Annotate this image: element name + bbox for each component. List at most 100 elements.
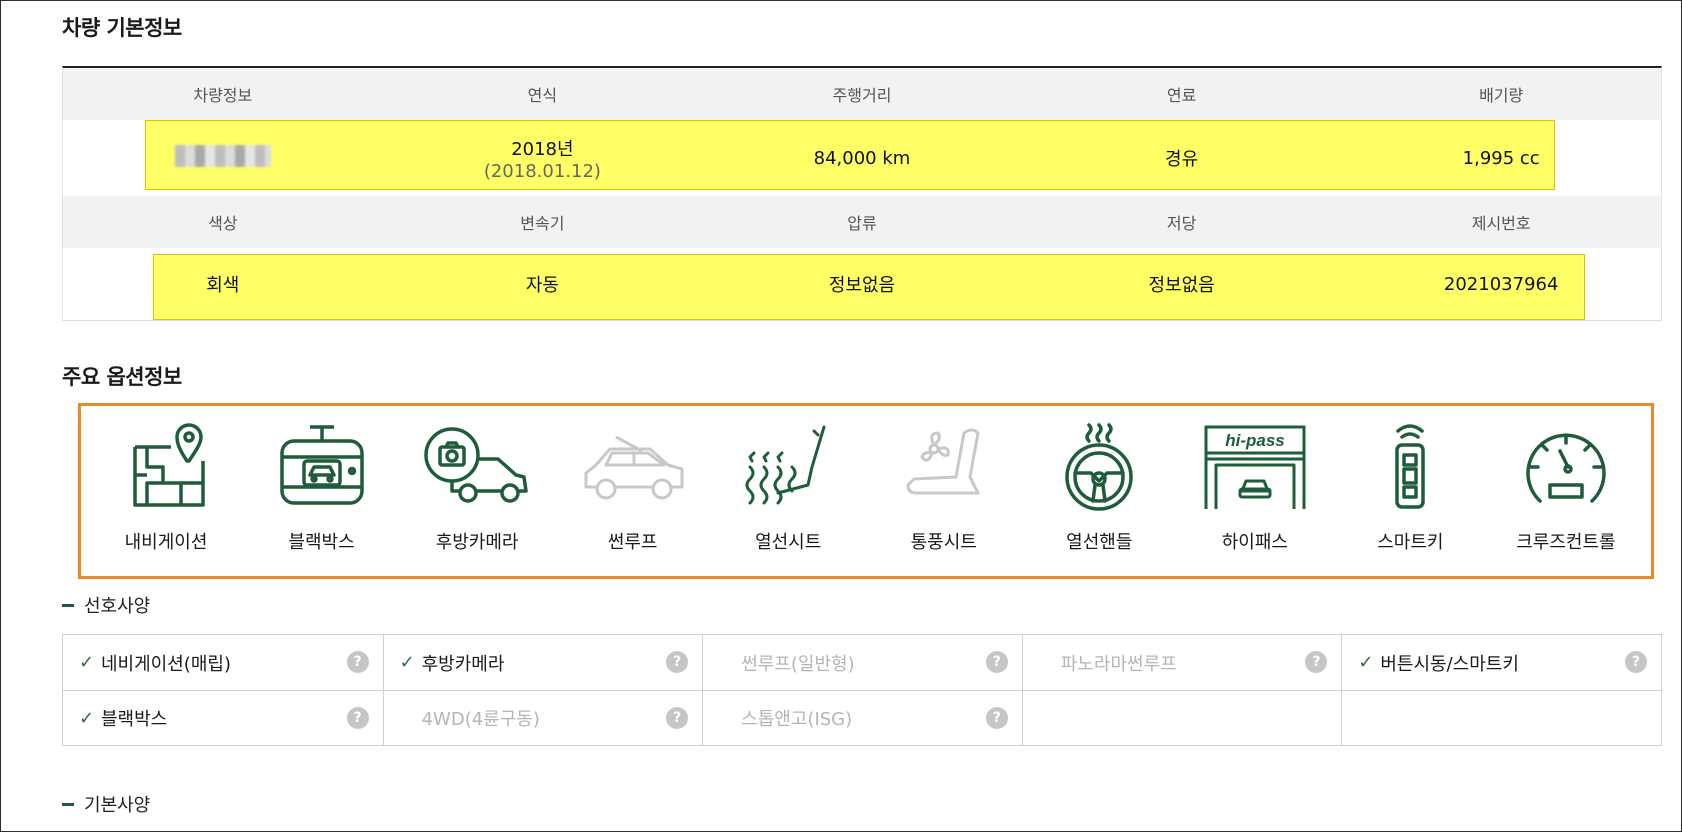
option-navigation[interactable]: 내비게이션 [91,406,241,576]
preferred-row: ✓ 블랙박스 ? 4WD(4륜구동) ? 스톱앤고(ISG) ? [63,690,1661,745]
pref-item-isg: 스톱앤고(ISG) ? [702,691,1022,745]
option-label: 스마트키 [1377,532,1444,553]
preferred-spec-grid: ✓ 네비게이션(매립) ? ✓ 후방카메라 ? 썬루프(일반형) ? 파노라마썬… [62,634,1662,746]
check-icon: ✓ [399,652,415,673]
value-displacement: 1,995 cc [1462,147,1540,169]
option-rear-camera[interactable]: 후방카메라 [402,406,552,576]
pref-item-navigation: ✓ 네비게이션(매립) ? [63,635,383,690]
option-label: 열선시트 [755,532,822,553]
option-heated-steering[interactable]: 열선핸들 [1024,406,1174,576]
option-label: 후방카메라 [435,532,519,553]
value-listing-number: 2021037964 [1443,273,1559,295]
pref-item-4wd: 4WD(4륜구동) ? [382,691,703,745]
rear-camera-icon [422,418,532,514]
option-label: 크루즈컨트롤 [1516,532,1616,553]
hipass-gate-icon: hi-pass [1200,418,1310,514]
pref-item-blackbox: ✓ 블랙박스 ? [63,691,383,745]
option-label: 블랙박스 [288,532,355,553]
help-icon[interactable]: ? [1305,651,1328,673]
value-color: 회색 [206,275,240,296]
basic-info-table: 차량정보 연식 주행거리 연료 배기량 2018년 (2018.01.12) 8… [62,66,1662,321]
value-year: 2018년 (2018.01.12) [383,135,703,182]
option-blackbox[interactable]: 블랙박스 [247,406,397,576]
ventilated-seat-icon [889,418,999,514]
hipass-logo-text: hi-pass [1225,431,1285,450]
help-icon[interactable]: ? [666,651,689,673]
cruise-control-gauge-icon [1511,418,1621,514]
value-mileage: 84,000 km [813,147,911,169]
help-icon[interactable]: ? [346,707,369,729]
value-transmission: 자동 [525,275,559,296]
pref-item-label: 블랙박스 [101,709,168,730]
basic-info-title: 차량 기본정보 [62,16,182,40]
help-icon[interactable]: ? [666,707,689,729]
blurred-vehicle-info [174,144,271,167]
preferred-title-text: 선호사양 [84,596,151,617]
option-label: 내비게이션 [124,532,208,553]
option-heated-seat[interactable]: 열선시트 [713,406,863,576]
option-smart-key[interactable]: 스마트키 [1335,406,1485,576]
pref-item-label: 4WD(4륜구동) [421,709,540,730]
pref-item-smart-key: ✓ 버튼시동/스마트키 ? [1341,635,1661,690]
header-seizure: 압류 [847,214,877,233]
section-dash-icon [62,603,74,607]
header-color: 색상 [208,214,238,233]
option-label: 썬루프 [607,532,658,553]
header-fuel: 연료 [1166,86,1197,105]
header-transmission: 변속기 [520,214,565,233]
help-icon[interactable]: ? [985,651,1008,673]
value-vehicle [63,144,383,172]
dashcam-icon [267,418,377,514]
header-listing-number: 제시번호 [1471,214,1531,233]
preferred-section-title: 선호사양 [62,592,150,618]
value-year-text: 2018년 [511,138,574,160]
pref-item-panorama-sunroof: 파노라마썬루프 ? [1021,635,1342,690]
info-header-row-2: 색상 변속기 압류 저당 제시번호 [63,196,1661,248]
pref-item-label: 스톱앤고(ISG) [741,709,853,730]
value-mortgage: 정보없음 [1148,275,1215,296]
option-label: 하이패스 [1221,532,1288,553]
help-icon[interactable]: ? [1624,651,1647,673]
value-fuel: 경유 [1165,149,1199,170]
pref-item-label: 후방카메라 [421,653,505,675]
header-mileage: 주행거리 [832,86,892,105]
check-icon: ✓ [79,707,95,729]
heated-steering-wheel-icon [1044,418,1154,514]
pref-item-label: 파노라마썬루프 [1060,653,1177,675]
preferred-row: ✓ 네비게이션(매립) ? ✓ 후방카메라 ? 썬루프(일반형) ? 파노라마썬… [63,635,1661,690]
check-icon: ✓ [1358,652,1374,673]
main-options-title: 주요 옵션정보 [62,365,182,389]
header-mortgage: 저당 [1166,214,1197,233]
navigation-map-icon [111,418,221,514]
pref-item-label: 버튼시동/스마트키 [1380,653,1519,675]
header-vehicle: 차량정보 [193,86,253,105]
value-year-date: (2018.01.12) [483,160,601,182]
standard-title-text: 기본사양 [84,795,151,816]
pref-item-rear-camera: ✓ 후방카메라 ? [382,635,703,690]
pref-item-empty [1021,691,1342,745]
option-label: 열선핸들 [1066,532,1133,553]
help-icon[interactable]: ? [346,651,369,673]
option-ventilated-seat[interactable]: 통풍시트 [869,406,1019,576]
info-value-row-2: 회색 자동 정보없음 정보없음 2021037964 [63,248,1661,320]
pref-item-label: 네비게이션(매립) [101,653,231,675]
sunroof-car-icon [578,418,688,514]
option-sunroof[interactable]: 썬루프 [558,406,708,576]
section-dash-icon [62,802,74,806]
option-label: 통풍시트 [910,532,977,553]
help-icon[interactable]: ? [985,707,1008,729]
pref-item-label: 썬루프(일반형) [741,653,855,675]
option-hipass[interactable]: hi-pass 하이패스 [1180,406,1330,576]
main-options-panel: 내비게이션 블랙박스 후방카메라 썬루프 열선시트 통풍시트 열선핸들 hi-p… [78,403,1654,579]
standard-section-title: 기본사양 [62,791,150,817]
value-seizure: 정보없음 [828,275,896,296]
heated-seat-icon [733,418,843,514]
header-year: 연식 [527,86,558,105]
header-displacement: 배기량 [1479,86,1524,105]
check-icon: ✓ [79,652,95,673]
pref-item-sunroof: 썬루프(일반형) ? [702,635,1022,690]
pref-item-empty [1341,691,1661,745]
option-cruise-control[interactable]: 크루즈컨트롤 [1491,406,1641,576]
info-header-row-1: 차량정보 연식 주행거리 연료 배기량 [63,68,1661,120]
info-value-row-1: 2018년 (2018.01.12) 84,000 km 경유 1,995 cc [63,120,1661,196]
